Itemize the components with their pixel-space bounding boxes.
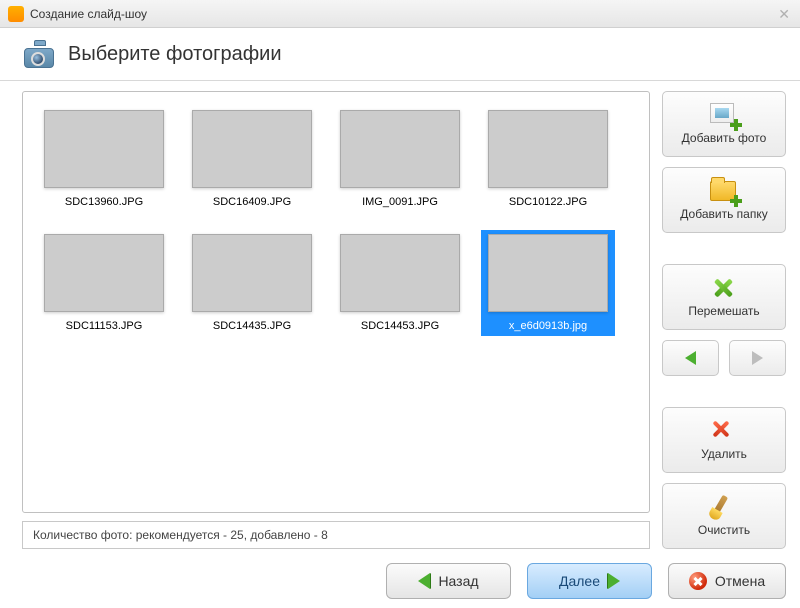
close-icon[interactable]: ✕ (778, 6, 790, 23)
app-icon (8, 6, 24, 22)
thumb-filename: IMG_0091.JPG (335, 196, 465, 208)
thumb-image (340, 110, 460, 188)
status-bar: Количество фото: рекомендуется - 25, доб… (22, 521, 650, 549)
back-label: Назад (438, 573, 478, 589)
thumb-filename: SDC14435.JPG (187, 320, 317, 332)
arrow-right-icon (608, 573, 620, 589)
page-header: Выберите фотографии (0, 28, 800, 81)
shuffle-button[interactable]: Перемешать (662, 264, 786, 330)
thumb-image (44, 110, 164, 188)
clear-button[interactable]: Очистить (662, 483, 786, 549)
cancel-label: Отмена (715, 573, 765, 589)
folder-plus-icon (710, 179, 738, 203)
move-left-button[interactable] (662, 340, 719, 376)
thumb-filename: SDC11153.JPG (39, 320, 169, 332)
back-button[interactable]: Назад (386, 563, 511, 599)
photo-gallery[interactable]: SDC13960.JPG SDC16409.JPG IMG_0091.JPG SDC1… (22, 91, 650, 513)
delete-label: Удалить (701, 447, 747, 461)
clear-label: Очистить (698, 523, 750, 537)
arrow-left-icon (418, 573, 430, 589)
delete-x-icon (710, 419, 738, 443)
page-title: Выберите фотографии (68, 43, 282, 66)
thumb-filename: SDC16409.JPG (187, 196, 317, 208)
arrow-left-icon (685, 351, 696, 365)
thumb-image (340, 234, 460, 312)
thumb-filename: SDC13960.JPG (39, 196, 169, 208)
next-label: Далее (559, 573, 600, 589)
thumb-image (488, 110, 608, 188)
photo-plus-icon (710, 103, 738, 127)
brush-icon (710, 495, 738, 519)
window-title: Создание слайд-шоу (30, 7, 147, 21)
next-button[interactable]: Далее (527, 563, 652, 599)
thumb-filename: SDC10122.JPG (483, 196, 613, 208)
footer: Назад Далее Отмена (0, 553, 800, 599)
photo-thumb[interactable]: x_e6d0913b.jpg (481, 230, 615, 336)
add-folder-label: Добавить папку (680, 207, 767, 221)
thumb-filename: SDC14453.JPG (335, 320, 465, 332)
camera-icon (24, 40, 56, 68)
cancel-button[interactable]: Отмена (668, 563, 786, 599)
photo-thumb[interactable]: SDC10122.JPG (481, 106, 615, 212)
thumb-image (192, 110, 312, 188)
arrow-right-icon (752, 351, 763, 365)
add-photo-button[interactable]: Добавить фото (662, 91, 786, 157)
photo-thumb[interactable]: SDC14435.JPG (185, 230, 319, 336)
shuffle-label: Перемешать (688, 304, 759, 318)
thumb-filename: x_e6d0913b.jpg (483, 320, 613, 332)
titlebar: Создание слайд-шоу ✕ (0, 0, 800, 28)
photo-thumb[interactable]: IMG_0091.JPG (333, 106, 467, 212)
move-right-button[interactable] (729, 340, 786, 376)
add-photo-label: Добавить фото (682, 131, 767, 145)
shuffle-icon (710, 276, 738, 300)
add-folder-button[interactable]: Добавить папку (662, 167, 786, 233)
photo-thumb[interactable]: SDC11153.JPG (37, 230, 171, 336)
thumb-image (44, 234, 164, 312)
photo-thumb[interactable]: SDC13960.JPG (37, 106, 171, 212)
thumb-image (192, 234, 312, 312)
sidebar: Добавить фото Добавить папку Перемешать … (654, 81, 800, 553)
cancel-icon (689, 572, 707, 590)
delete-button[interactable]: Удалить (662, 407, 786, 473)
photo-thumb[interactable]: SDC16409.JPG (185, 106, 319, 212)
photo-thumb[interactable]: SDC14453.JPG (333, 230, 467, 336)
thumb-image (488, 234, 608, 312)
